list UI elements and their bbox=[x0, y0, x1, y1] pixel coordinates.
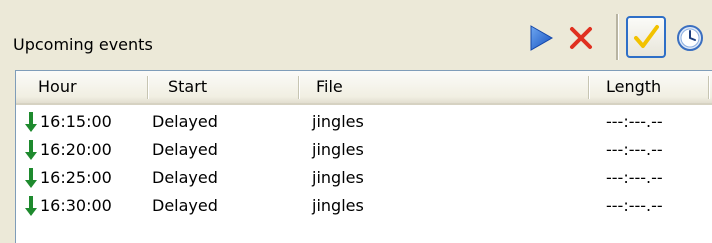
clock-button[interactable] bbox=[675, 22, 705, 54]
length-cell: ---:---.-- bbox=[606, 168, 663, 187]
panel-title: Upcoming events bbox=[13, 35, 153, 54]
file-cell: jingles bbox=[312, 140, 364, 159]
file-cell: jingles bbox=[312, 168, 364, 187]
hour-cell: 16:25:00 bbox=[40, 168, 112, 187]
length-cell: ---:---.-- bbox=[606, 112, 663, 131]
list-rows: 16:15:00 Delayed jingles ---:---.-- 16:2… bbox=[16, 108, 712, 220]
hour-cell: 16:20:00 bbox=[40, 140, 112, 159]
length-cell: ---:---.-- bbox=[606, 196, 663, 215]
down-arrow-icon bbox=[25, 112, 37, 132]
start-cell: Delayed bbox=[152, 196, 218, 215]
length-cell: ---:---.-- bbox=[606, 140, 663, 159]
start-cell: Delayed bbox=[152, 140, 218, 159]
column-divider[interactable] bbox=[588, 76, 590, 99]
confirm-toggle-button[interactable] bbox=[626, 16, 666, 58]
delete-button[interactable] bbox=[565, 22, 597, 54]
play-button[interactable] bbox=[525, 22, 557, 54]
hour-cell: 16:30:00 bbox=[40, 196, 112, 215]
column-header-file[interactable]: File bbox=[316, 71, 343, 103]
down-arrow-icon bbox=[25, 196, 37, 216]
list-item[interactable]: 16:15:00 Delayed jingles ---:---.-- bbox=[16, 108, 712, 136]
list-item[interactable]: 16:25:00 Delayed jingles ---:---.-- bbox=[16, 164, 712, 192]
events-list[interactable]: Hour Start File Length 16:15:00 Delayed … bbox=[15, 70, 712, 243]
column-header-start[interactable]: Start bbox=[168, 71, 207, 103]
play-icon bbox=[530, 25, 554, 51]
checkmark-icon bbox=[634, 25, 659, 48]
column-divider[interactable] bbox=[147, 76, 149, 99]
file-cell: jingles bbox=[312, 196, 364, 215]
list-item[interactable]: 16:30:00 Delayed jingles ---:---.-- bbox=[16, 192, 712, 220]
delete-icon bbox=[570, 27, 592, 49]
column-divider[interactable] bbox=[298, 76, 300, 99]
toolbar-separator bbox=[616, 14, 619, 60]
column-header-hour[interactable]: Hour bbox=[38, 71, 77, 103]
toolbar bbox=[520, 12, 712, 62]
column-header-length[interactable]: Length bbox=[606, 71, 661, 103]
down-arrow-icon bbox=[25, 140, 37, 160]
column-divider[interactable] bbox=[708, 76, 710, 99]
list-header: Hour Start File Length bbox=[16, 71, 712, 105]
hour-cell: 16:15:00 bbox=[40, 112, 112, 131]
clock-icon bbox=[677, 25, 703, 51]
start-cell: Delayed bbox=[152, 112, 218, 131]
list-item[interactable]: 16:20:00 Delayed jingles ---:---.-- bbox=[16, 136, 712, 164]
down-arrow-icon bbox=[25, 168, 37, 188]
start-cell: Delayed bbox=[152, 168, 218, 187]
file-cell: jingles bbox=[312, 112, 364, 131]
